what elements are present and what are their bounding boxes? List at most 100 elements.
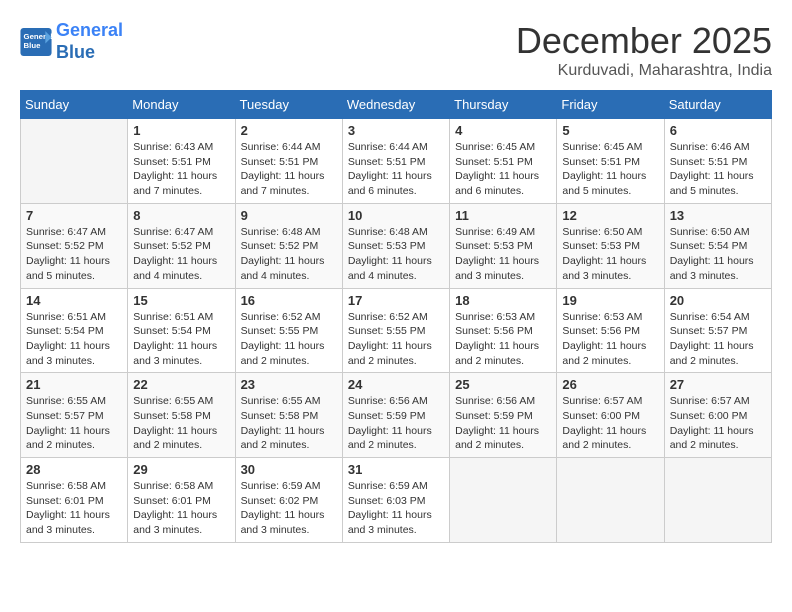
calendar-cell: 20 Sunrise: 6:54 AM Sunset: 5:57 PM Dayli…	[664, 288, 771, 373]
day-number: 10	[348, 208, 444, 223]
calendar-cell: 15 Sunrise: 6:51 AM Sunset: 5:54 PM Dayli…	[128, 288, 235, 373]
day-number: 20	[670, 293, 766, 308]
day-number: 24	[348, 377, 444, 392]
calendar-cell: 11 Sunrise: 6:49 AM Sunset: 5:53 PM Dayli…	[450, 203, 557, 288]
calendar-cell: 18 Sunrise: 6:53 AM Sunset: 5:56 PM Dayli…	[450, 288, 557, 373]
day-info: Sunrise: 6:47 AM Sunset: 5:52 PM Dayligh…	[133, 225, 229, 284]
day-number: 27	[670, 377, 766, 392]
calendar-cell	[21, 119, 128, 204]
day-number: 31	[348, 462, 444, 477]
day-number: 15	[133, 293, 229, 308]
day-number: 26	[562, 377, 658, 392]
calendar-cell: 12Sunrise: 6:50 AM Sunset: 5:53 PM Dayli…	[557, 203, 664, 288]
day-info: Sunrise: 6:43 AM Sunset: 5:51 PM Dayligh…	[133, 140, 229, 199]
weekday-header: Saturday	[664, 91, 771, 119]
day-number: 29	[133, 462, 229, 477]
logo: General Blue GeneralBlue	[20, 20, 123, 63]
day-number: 8	[133, 208, 229, 223]
calendar-cell: 28 Sunrise: 6:58 AM Sunset: 6:01 PM Dayli…	[21, 458, 128, 543]
day-number: 14	[26, 293, 122, 308]
weekday-header: Friday	[557, 91, 664, 119]
calendar-cell: 23 Sunrise: 6:55 AM Sunset: 5:58 PM Dayli…	[235, 373, 342, 458]
calendar-cell: 31 Sunrise: 6:59 AM Sunset: 6:03 PM Dayli…	[342, 458, 449, 543]
logo-icon: General Blue	[20, 28, 52, 56]
month-title: December 2025	[516, 20, 772, 62]
calendar-cell: 3Sunrise: 6:44 AM Sunset: 5:51 PM Daylig…	[342, 119, 449, 204]
day-number: 2	[241, 123, 337, 138]
day-number: 22	[133, 377, 229, 392]
calendar-cell: 4Sunrise: 6:45 AM Sunset: 5:51 PM Daylig…	[450, 119, 557, 204]
day-number: 1	[133, 123, 229, 138]
day-info: Sunrise: 6:55 AM Sunset: 5:58 PM Dayligh…	[241, 394, 337, 453]
calendar-cell: 7 Sunrise: 6:47 AM Sunset: 5:52 PM Daylig…	[21, 203, 128, 288]
calendar-cell: 21 Sunrise: 6:55 AM Sunset: 5:57 PM Dayli…	[21, 373, 128, 458]
day-info: Sunrise: 6:51 AM Sunset: 5:54 PM Dayligh…	[133, 310, 229, 369]
day-number: 23	[241, 377, 337, 392]
weekday-header: Monday	[128, 91, 235, 119]
day-info: Sunrise: 6:52 AM Sunset: 5:55 PM Dayligh…	[241, 310, 337, 369]
day-number: 21	[26, 377, 122, 392]
title-area: December 2025 Kurduvadi, Maharashtra, In…	[516, 20, 772, 80]
calendar-cell: 22 Sunrise: 6:55 AM Sunset: 5:58 PM Dayli…	[128, 373, 235, 458]
day-info: Sunrise: 6:44 AM Sunset: 5:51 PM Dayligh…	[348, 140, 444, 199]
day-number: 7	[26, 208, 122, 223]
calendar-week-row: 1 Sunrise: 6:43 AM Sunset: 5:51 PM Daylig…	[21, 119, 772, 204]
calendar-cell: 14 Sunrise: 6:51 AM Sunset: 5:54 PM Dayli…	[21, 288, 128, 373]
svg-text:Blue: Blue	[24, 41, 42, 50]
day-number: 28	[26, 462, 122, 477]
day-info: Sunrise: 6:56 AM Sunset: 5:59 PM Dayligh…	[455, 394, 551, 453]
calendar-cell: 1 Sunrise: 6:43 AM Sunset: 5:51 PM Daylig…	[128, 119, 235, 204]
day-info: Sunrise: 6:48 AM Sunset: 5:52 PM Dayligh…	[241, 225, 337, 284]
day-info: Sunrise: 6:53 AM Sunset: 5:56 PM Dayligh…	[455, 310, 551, 369]
day-info: Sunrise: 6:44 AM Sunset: 5:51 PM Dayligh…	[241, 140, 337, 199]
calendar-cell: 5 Sunrise: 6:45 AM Sunset: 5:51 PM Daylig…	[557, 119, 664, 204]
day-info: Sunrise: 6:54 AM Sunset: 5:57 PM Dayligh…	[670, 310, 766, 369]
day-number: 13	[670, 208, 766, 223]
calendar-week-row: 21 Sunrise: 6:55 AM Sunset: 5:57 PM Dayli…	[21, 373, 772, 458]
day-info: Sunrise: 6:57 AM Sunset: 6:00 PM Dayligh…	[562, 394, 658, 453]
day-number: 9	[241, 208, 337, 223]
day-number: 25	[455, 377, 551, 392]
day-info: Sunrise: 6:51 AM Sunset: 5:54 PM Dayligh…	[26, 310, 122, 369]
page-header: General Blue GeneralBlue December 2025 K…	[20, 20, 772, 80]
day-info: Sunrise: 6:45 AM Sunset: 5:51 PM Dayligh…	[562, 140, 658, 199]
calendar-week-row: 28 Sunrise: 6:58 AM Sunset: 6:01 PM Dayli…	[21, 458, 772, 543]
day-info: Sunrise: 6:47 AM Sunset: 5:52 PM Dayligh…	[26, 225, 122, 284]
day-info: Sunrise: 6:59 AM Sunset: 6:03 PM Dayligh…	[348, 479, 444, 538]
calendar-cell: 24 Sunrise: 6:56 AM Sunset: 5:59 PM Dayli…	[342, 373, 449, 458]
day-info: Sunrise: 6:50 AM Sunset: 5:54 PM Dayligh…	[670, 225, 766, 284]
day-number: 18	[455, 293, 551, 308]
day-info: Sunrise: 6:55 AM Sunset: 5:58 PM Dayligh…	[133, 394, 229, 453]
day-info: Sunrise: 6:55 AM Sunset: 5:57 PM Dayligh…	[26, 394, 122, 453]
day-info: Sunrise: 6:49 AM Sunset: 5:53 PM Dayligh…	[455, 225, 551, 284]
calendar-week-row: 14 Sunrise: 6:51 AM Sunset: 5:54 PM Dayli…	[21, 288, 772, 373]
day-info: Sunrise: 6:48 AM Sunset: 5:53 PM Dayligh…	[348, 225, 444, 284]
day-info: Sunrise: 6:56 AM Sunset: 5:59 PM Dayligh…	[348, 394, 444, 453]
calendar-cell	[450, 458, 557, 543]
calendar-cell: 8 Sunrise: 6:47 AM Sunset: 5:52 PM Daylig…	[128, 203, 235, 288]
calendar-cell: 16Sunrise: 6:52 AM Sunset: 5:55 PM Dayli…	[235, 288, 342, 373]
day-info: Sunrise: 6:58 AM Sunset: 6:01 PM Dayligh…	[26, 479, 122, 538]
day-number: 6	[670, 123, 766, 138]
calendar-cell: 26 Sunrise: 6:57 AM Sunset: 6:00 PM Dayli…	[557, 373, 664, 458]
day-number: 5	[562, 123, 658, 138]
day-number: 12	[562, 208, 658, 223]
day-info: Sunrise: 6:57 AM Sunset: 6:00 PM Dayligh…	[670, 394, 766, 453]
calendar-cell: 17Sunrise: 6:52 AM Sunset: 5:55 PM Dayli…	[342, 288, 449, 373]
weekday-header-row: SundayMondayTuesdayWednesdayThursdayFrid…	[21, 91, 772, 119]
day-number: 17	[348, 293, 444, 308]
calendar-cell: 19Sunrise: 6:53 AM Sunset: 5:56 PM Dayli…	[557, 288, 664, 373]
calendar-cell: 6Sunrise: 6:46 AM Sunset: 5:51 PM Daylig…	[664, 119, 771, 204]
day-info: Sunrise: 6:59 AM Sunset: 6:02 PM Dayligh…	[241, 479, 337, 538]
weekday-header: Wednesday	[342, 91, 449, 119]
calendar-cell: 10 Sunrise: 6:48 AM Sunset: 5:53 PM Dayli…	[342, 203, 449, 288]
calendar-cell	[557, 458, 664, 543]
day-info: Sunrise: 6:58 AM Sunset: 6:01 PM Dayligh…	[133, 479, 229, 538]
weekday-header: Sunday	[21, 91, 128, 119]
calendar-cell: 13 Sunrise: 6:50 AM Sunset: 5:54 PM Dayli…	[664, 203, 771, 288]
calendar-week-row: 7 Sunrise: 6:47 AM Sunset: 5:52 PM Daylig…	[21, 203, 772, 288]
day-number: 11	[455, 208, 551, 223]
calendar-cell: 2 Sunrise: 6:44 AM Sunset: 5:51 PM Daylig…	[235, 119, 342, 204]
calendar-cell: 9 Sunrise: 6:48 AM Sunset: 5:52 PM Daylig…	[235, 203, 342, 288]
location: Kurduvadi, Maharashtra, India	[516, 62, 772, 80]
